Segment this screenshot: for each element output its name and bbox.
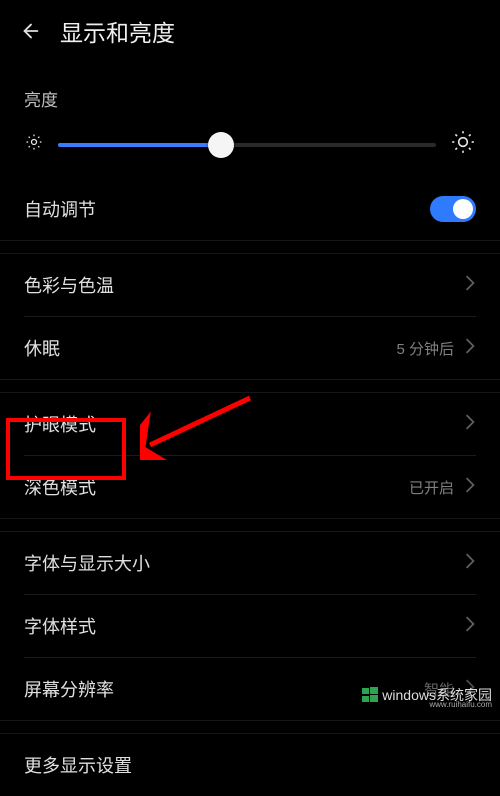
dark-mode-label: 深色模式 bbox=[24, 474, 96, 500]
back-arrow-icon[interactable] bbox=[20, 20, 42, 42]
slider-thumb[interactable] bbox=[208, 132, 234, 158]
windows-logo-icon bbox=[362, 687, 378, 703]
color-temp-row[interactable]: 色彩与色温 bbox=[0, 254, 500, 316]
sleep-value: 5 分钟后 bbox=[396, 338, 454, 359]
eye-comfort-row[interactable]: 护眼模式 bbox=[0, 393, 500, 455]
section-gap bbox=[0, 240, 500, 254]
chevron-right-icon bbox=[464, 616, 476, 637]
chevron-right-icon bbox=[464, 414, 476, 435]
chevron-right-icon bbox=[464, 477, 476, 498]
more-settings-row[interactable]: 更多显示设置 bbox=[0, 734, 500, 796]
brightness-slider-row bbox=[0, 129, 500, 160]
page-title: 显示和亮度 bbox=[60, 14, 175, 48]
font-style-label: 字体样式 bbox=[24, 613, 96, 639]
sun-large-icon bbox=[450, 129, 476, 160]
auto-brightness-label: 自动调节 bbox=[24, 196, 96, 222]
brightness-label: 亮度 bbox=[0, 86, 500, 111]
toggle-thumb bbox=[453, 199, 473, 219]
eye-comfort-label: 护眼模式 bbox=[24, 411, 96, 437]
font-size-label: 字体与显示大小 bbox=[24, 550, 150, 576]
sun-small-icon bbox=[24, 132, 44, 157]
auto-brightness-toggle[interactable] bbox=[430, 196, 476, 222]
dark-mode-row[interactable]: 深色模式 已开启 bbox=[0, 456, 500, 518]
section-gap bbox=[0, 720, 500, 734]
brightness-slider[interactable] bbox=[58, 143, 436, 147]
sleep-label: 休眠 bbox=[24, 335, 60, 361]
sleep-row[interactable]: 休眠 5 分钟后 bbox=[0, 317, 500, 379]
watermark-sub: www.ruihaifu.com bbox=[429, 700, 492, 709]
section-gap bbox=[0, 379, 500, 393]
chevron-right-icon bbox=[464, 275, 476, 296]
more-settings-label: 更多显示设置 bbox=[24, 752, 132, 778]
dark-mode-value: 已开启 bbox=[409, 477, 454, 498]
slider-fill bbox=[58, 143, 221, 147]
brightness-section: 亮度 自动调节 bbox=[0, 62, 500, 240]
chevron-right-icon bbox=[464, 338, 476, 359]
auto-brightness-row[interactable]: 自动调节 bbox=[0, 178, 500, 240]
font-size-row[interactable]: 字体与显示大小 bbox=[0, 532, 500, 594]
chevron-right-icon bbox=[464, 553, 476, 574]
color-temp-label: 色彩与色温 bbox=[24, 272, 114, 298]
header: 显示和亮度 bbox=[0, 0, 500, 62]
section-gap bbox=[0, 518, 500, 532]
resolution-label: 屏幕分辨率 bbox=[24, 676, 114, 702]
font-style-row[interactable]: 字体样式 bbox=[0, 595, 500, 657]
